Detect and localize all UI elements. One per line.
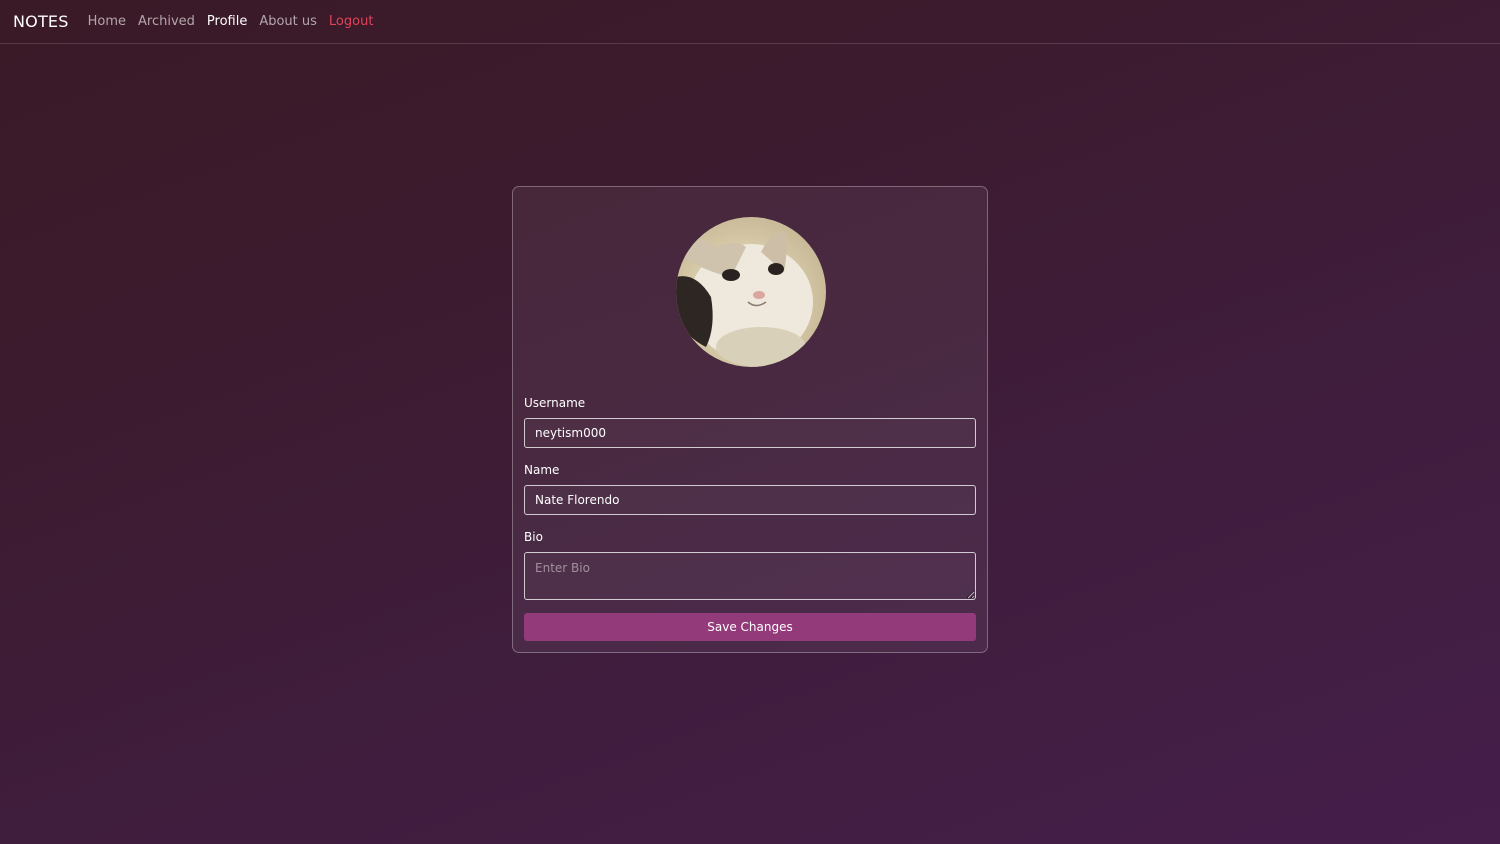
nav-archived[interactable]: Archived (138, 14, 195, 29)
name-input[interactable] (524, 485, 976, 515)
nav-logout[interactable]: Logout (329, 14, 374, 29)
cat-avatar-icon (676, 217, 826, 367)
brand-logo[interactable]: NOTES (13, 12, 69, 31)
bio-textarea[interactable] (524, 552, 976, 600)
profile-card: Username Name Bio Save Changes (512, 186, 988, 653)
username-label: Username (524, 396, 586, 410)
username-input[interactable] (524, 418, 976, 448)
navbar: NOTES Home Archived Profile About us Log… (0, 0, 1500, 44)
bio-label: Bio (524, 530, 543, 544)
nav-about-us[interactable]: About us (259, 14, 317, 29)
nav-home[interactable]: Home (88, 14, 126, 29)
name-label: Name (524, 463, 560, 477)
nav-profile[interactable]: Profile (207, 14, 247, 29)
save-changes-button[interactable]: Save Changes (524, 613, 976, 641)
